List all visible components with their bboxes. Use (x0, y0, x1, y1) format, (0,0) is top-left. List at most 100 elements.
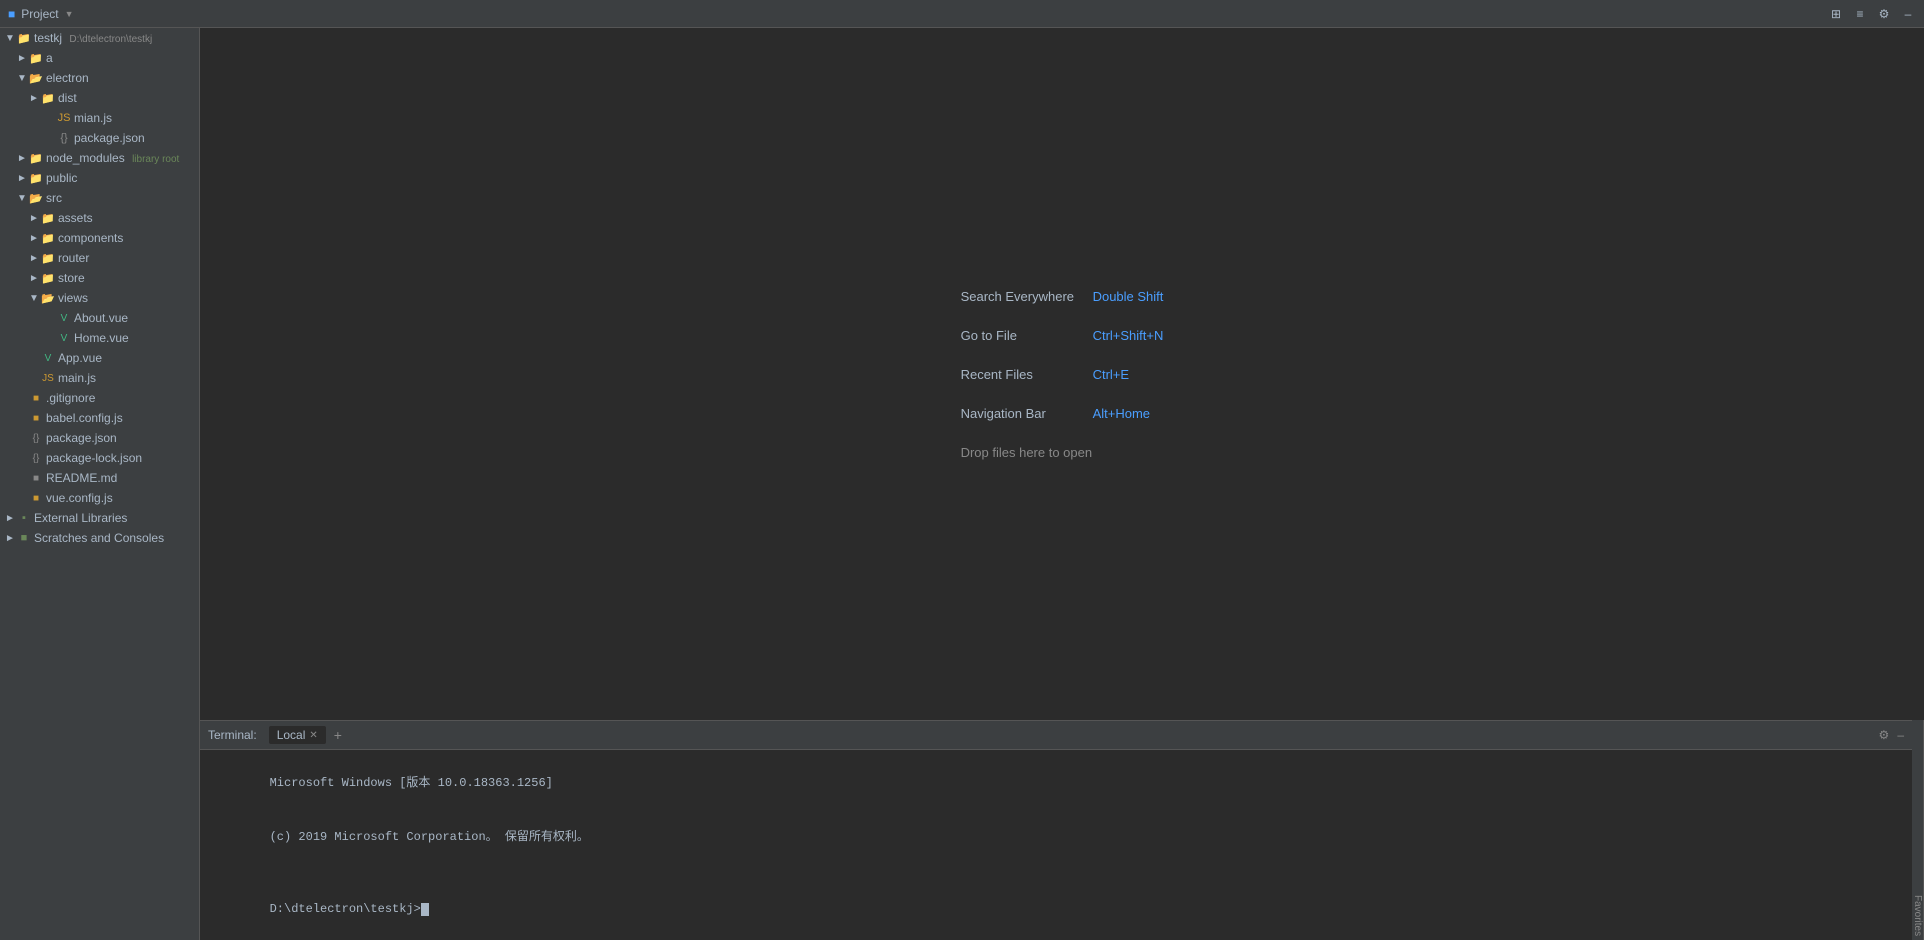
terminal-line-3 (212, 864, 1900, 882)
tree-item-gitignore[interactable]: ■ .gitignore (0, 388, 199, 408)
tree-item-public[interactable]: ► 📁 public (0, 168, 199, 188)
search-everywhere-label: Search Everywhere (961, 289, 1081, 304)
tree-item-src[interactable]: ▼ 📂 src (0, 188, 199, 208)
minimize-icon[interactable]: – (1900, 6, 1916, 22)
navigation-bar-row: Navigation Bar Alt+Home (961, 406, 1150, 421)
readme-label: README.md (44, 471, 117, 485)
src-label: src (44, 191, 62, 205)
main-layout: ▼ 📁 testkj D:\dtelectron\testkj ► 📁 a ▼ … (0, 28, 1924, 720)
home-vue-label: Home.vue (72, 331, 129, 345)
recent-files-shortcut[interactable]: Ctrl+E (1093, 367, 1129, 382)
assets-label: assets (56, 211, 93, 225)
navigation-bar-shortcut[interactable]: Alt+Home (1093, 406, 1150, 421)
pkg-json-icon: {} (28, 433, 44, 444)
electron-arrow: ▼ (16, 73, 28, 84)
tree-item-assets[interactable]: ► 📁 assets (0, 208, 199, 228)
go-to-file-label: Go to File (961, 328, 1081, 343)
main-js-label: main.js (56, 371, 96, 385)
babel-label: babel.config.js (44, 411, 123, 425)
terminal-tab-local[interactable]: Local ✕ (269, 726, 326, 744)
a-label: a (44, 51, 53, 65)
mian-js-icon: JS (56, 112, 72, 124)
terminal-tab-icons: ⚙ – (1879, 728, 1904, 742)
public-label: public (44, 171, 77, 185)
dist-arrow: ► (28, 93, 40, 104)
tree-item-babel[interactable]: ■ babel.config.js (0, 408, 199, 428)
title-bar: ■ Project ▼ ⊞ ≡ ⚙ – (0, 0, 1924, 28)
gear-icon[interactable]: ⚙ (1876, 6, 1892, 22)
search-everywhere-shortcut[interactable]: Double Shift (1093, 289, 1164, 304)
root-folder-icon: 📁 (16, 32, 32, 45)
terminal-add-button[interactable]: + (330, 727, 346, 743)
views-label: views (56, 291, 88, 305)
a-arrow: ► (16, 53, 28, 64)
project-label[interactable]: Project (21, 7, 58, 21)
scratches-label: Scratches and Consoles (32, 531, 164, 545)
terminal-prompt: D:\dtelectron\testkj> (270, 902, 421, 916)
tree-item-a[interactable]: ► 📁 a (0, 48, 199, 68)
router-folder-icon: 📁 (40, 252, 56, 265)
main-js-icon: JS (40, 373, 56, 384)
node-modules-icon: 📁 (28, 152, 44, 165)
gitignore-label: .gitignore (44, 391, 95, 405)
tree-item-about-vue[interactable]: V About.vue (0, 308, 199, 328)
store-label: store (56, 271, 85, 285)
terminal-cursor (421, 903, 429, 916)
pkg-json-label: package.json (44, 431, 117, 445)
pkg-lock-icon: {} (28, 453, 44, 464)
terminal-tab-close[interactable]: ✕ (309, 730, 317, 741)
project-icon: ■ (8, 7, 15, 21)
tree-item-home-vue[interactable]: V Home.vue (0, 328, 199, 348)
tree-root[interactable]: ▼ 📁 testkj D:\dtelectron\testkj (0, 28, 199, 48)
list-icon[interactable]: ≡ (1852, 6, 1868, 22)
public-folder-icon: 📁 (28, 172, 44, 185)
grid-icon[interactable]: ⊞ (1828, 6, 1844, 22)
store-arrow: ► (28, 273, 40, 284)
tree-item-electron[interactable]: ▼ 📂 electron (0, 68, 199, 88)
tree-item-package-lock[interactable]: {} package-lock.json (0, 448, 199, 468)
assets-folder-icon: 📁 (40, 212, 56, 225)
tree-item-package-json[interactable]: {} package.json (0, 428, 199, 448)
tree-item-router[interactable]: ► 📁 router (0, 248, 199, 268)
tree-item-main-js[interactable]: JS main.js (0, 368, 199, 388)
terminal-prompt-line: D:\dtelectron\testkj> (212, 882, 1900, 936)
navigation-bar-label: Navigation Bar (961, 406, 1081, 421)
tree-item-components[interactable]: ► 📁 components (0, 228, 199, 248)
mian-js-label: mian.js (72, 111, 112, 125)
src-folder-icon: 📂 (28, 192, 44, 205)
tree-item-dist[interactable]: ► 📁 dist (0, 88, 199, 108)
go-to-file-shortcut[interactable]: Ctrl+Shift+N (1093, 328, 1164, 343)
components-label: components (56, 231, 123, 245)
terminal-content[interactable]: Microsoft Windows [版本 10.0.18363.1256] (… (200, 750, 1912, 940)
dist-label: dist (56, 91, 77, 105)
project-dropdown-icon[interactable]: ▼ (65, 9, 74, 19)
tree-item-scratches[interactable]: ► ■ Scratches and Consoles (0, 528, 199, 548)
vue-config-icon: ■ (28, 493, 44, 504)
tree-item-mian-js[interactable]: JS mian.js (0, 108, 199, 128)
babel-icon: ■ (28, 413, 44, 424)
home-vue-icon: V (56, 333, 72, 344)
tree-item-node-modules[interactable]: ► 📁 node_modules library root (0, 148, 199, 168)
tree-item-external-libraries[interactable]: ► ▪ External Libraries (0, 508, 199, 528)
dist-folder-icon: 📁 (40, 92, 56, 105)
external-libraries-icon: ▪ (16, 512, 32, 524)
terminal-line-2: (c) 2019 Microsoft Corporation。 保留所有权利。 (212, 810, 1900, 864)
store-folder-icon: 📁 (40, 272, 56, 285)
tree-item-store[interactable]: ► 📁 store (0, 268, 199, 288)
tree-item-readme[interactable]: ■ README.md (0, 468, 199, 488)
welcome-panel: Search Everywhere Double Shift Go to Fil… (961, 289, 1164, 460)
favorites-label: Favorites (1912, 895, 1923, 936)
terminal-minimize-icon[interactable]: – (1897, 728, 1904, 742)
tree-item-electron-package-json[interactable]: {} package.json (0, 128, 199, 148)
components-folder-icon: 📁 (40, 232, 56, 245)
tree-item-app-vue[interactable]: V App.vue (0, 348, 199, 368)
drop-files-row: Drop files here to open (961, 445, 1093, 460)
terminal-settings-icon[interactable]: ⚙ (1879, 728, 1890, 742)
tree-item-views[interactable]: ▼ 📂 views (0, 288, 199, 308)
drop-files-label: Drop files here to open (961, 445, 1093, 460)
electron-folder-icon: 📂 (28, 72, 44, 85)
scratches-arrow: ► (4, 533, 16, 544)
gitignore-icon: ■ (28, 393, 44, 404)
tree-item-vue-config[interactable]: ■ vue.config.js (0, 488, 199, 508)
public-arrow: ► (16, 173, 28, 184)
